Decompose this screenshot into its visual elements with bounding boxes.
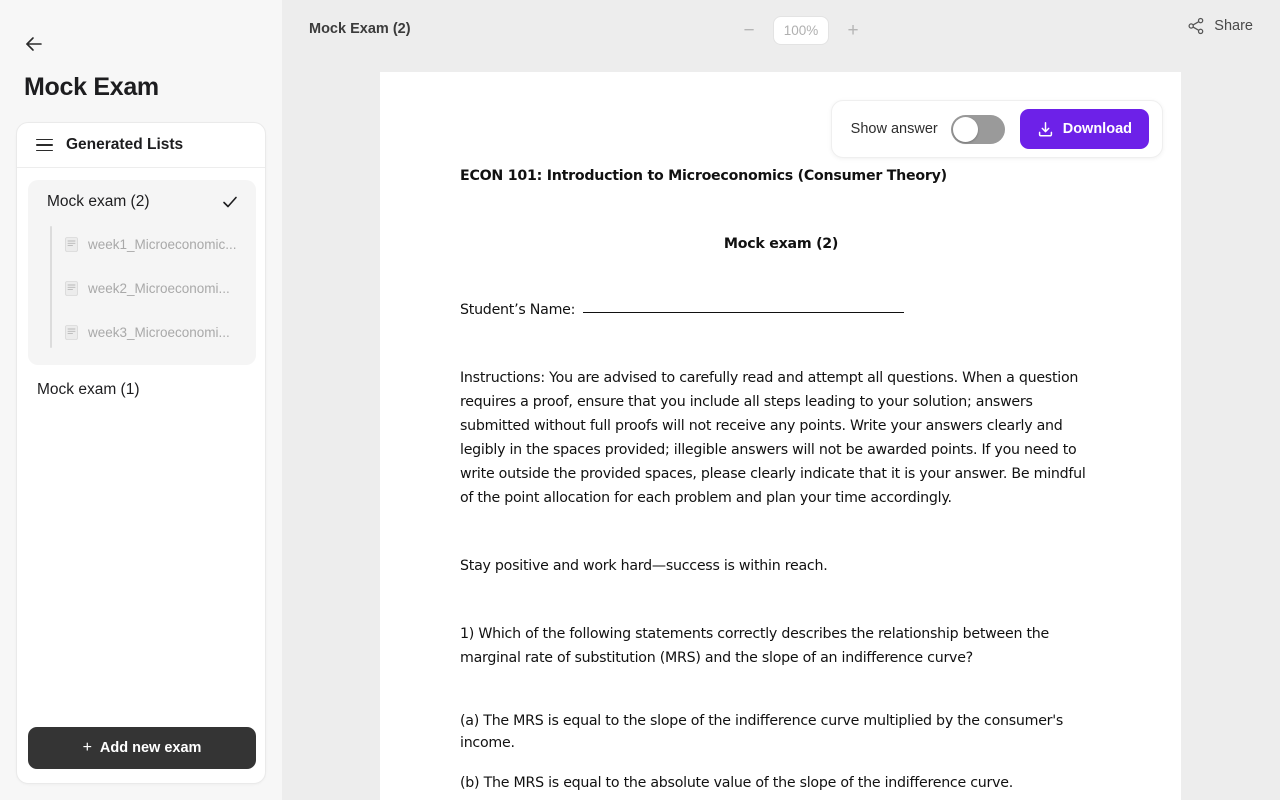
- toggle-knob: [952, 116, 978, 142]
- encouragement-paragraph: Stay positive and work hard—success is w…: [460, 558, 828, 574]
- list-item[interactable]: week1_Microeconomic...: [54, 222, 256, 266]
- page-title: Mock Exam: [24, 73, 159, 101]
- sidebar-item-mock-exam-1[interactable]: Mock exam (1): [37, 381, 140, 399]
- back-arrow-icon[interactable]: [22, 32, 46, 56]
- list-item[interactable]: week3_Microeconomi...: [54, 310, 256, 354]
- instructions-paragraph: Instructions: You are advised to careful…: [460, 370, 1086, 506]
- share-button[interactable]: Share: [1187, 17, 1253, 35]
- download-icon: [1037, 121, 1054, 138]
- download-button[interactable]: Download: [1019, 109, 1149, 149]
- download-label: Download: [1062, 121, 1132, 137]
- exam-title: Mock exam (2): [723, 236, 839, 252]
- document-icon: [65, 236, 78, 252]
- zoom-out-button[interactable]: −: [734, 15, 764, 45]
- sidebar: Mock Exam Generated Lists Mock exam (2): [0, 0, 282, 800]
- document-icon: [65, 280, 78, 296]
- share-icon: [1187, 17, 1205, 35]
- app-root: Mock Exam Generated Lists Mock exam (2): [0, 0, 1280, 800]
- list-item[interactable]: week2_Microeconomi...: [54, 266, 256, 310]
- show-answer-toggle[interactable]: [950, 114, 1005, 144]
- list-item-label: week1_Microeconomic...: [88, 236, 237, 252]
- toolbar: Mock Exam (2) − 100% + Share: [282, 0, 1280, 59]
- course-heading: ECON 101: Introduction to Microeconomics…: [460, 168, 947, 184]
- student-name-blank: [583, 312, 905, 313]
- document-action-bar: Show answer Download: [830, 100, 1163, 158]
- student-name-line: Student’s Name:: [460, 302, 1102, 318]
- main-area: Mock Exam (2) − 100% + Share Show answer…: [282, 0, 1280, 800]
- panel-header: Generated Lists: [17, 123, 265, 168]
- add-new-exam-button[interactable]: + Add new exam: [28, 727, 256, 769]
- hamburger-icon[interactable]: [36, 138, 53, 152]
- list-item-label: week3_Microeconomi...: [88, 324, 230, 340]
- document-content: ECON 101: Introduction to Microeconomics…: [460, 168, 1102, 800]
- student-name-label: Student’s Name:: [460, 302, 576, 318]
- check-icon: [221, 193, 239, 211]
- exam-group-header[interactable]: Mock exam (2): [28, 187, 256, 217]
- share-label: Share: [1214, 18, 1253, 34]
- show-answer-control: Show answer: [850, 114, 1005, 144]
- panel-header-label: Generated Lists: [66, 136, 184, 153]
- add-new-exam-label: Add new exam: [99, 740, 202, 756]
- exam-group-label: Mock exam (2): [47, 193, 150, 210]
- zoom-control: − 100% +: [734, 15, 868, 45]
- document-icon: [65, 324, 78, 340]
- exam-group-children: week1_Microeconomic... week2_Microeconom…: [28, 222, 256, 354]
- question-1-option-b: (b) The MRS is equal to the absolute val…: [460, 775, 1013, 791]
- plus-icon: +: [82, 739, 92, 756]
- zoom-in-button[interactable]: +: [838, 15, 868, 45]
- zoom-level-input[interactable]: 100%: [773, 15, 829, 45]
- show-answer-label: Show answer: [850, 121, 938, 137]
- question-1-option-a: (a) The MRS is equal to the slope of the…: [460, 713, 1064, 751]
- exam-group-selected: Mock exam (2) week1_Microeconomic... wee…: [28, 180, 256, 365]
- question-1: 1) Which of the following statements cor…: [460, 626, 1049, 666]
- document-title: Mock Exam (2): [309, 21, 411, 37]
- generated-lists-panel: Generated Lists Mock exam (2) week1_Micr…: [16, 122, 266, 784]
- list-item-label: week2_Microeconomi...: [88, 280, 230, 296]
- document-page: Show answer Download ECON 101: Introduct…: [380, 72, 1181, 800]
